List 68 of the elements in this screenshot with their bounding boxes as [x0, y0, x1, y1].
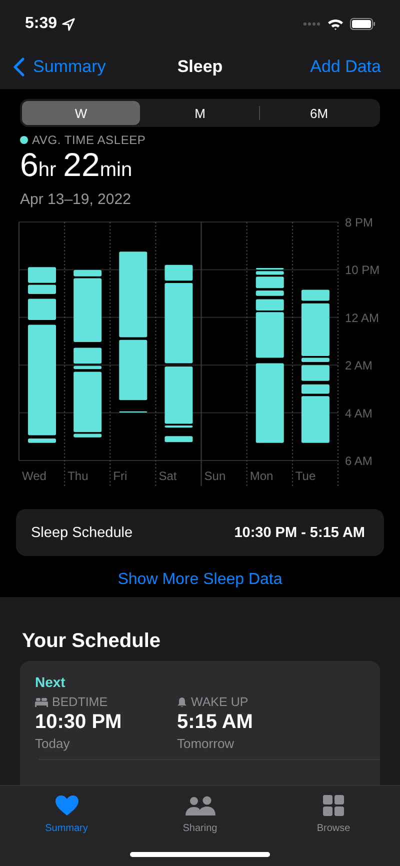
sleep-schedule-row[interactable]: Sleep Schedule 10:30 PM - 5:15 AM: [16, 509, 384, 556]
row-value: 10:30 PM - 5:15 AM: [234, 524, 365, 540]
sleep-bar: [28, 298, 56, 320]
chevron-left-icon: [13, 56, 25, 76]
sleep-bar: [301, 290, 330, 301]
sleep-bar: [74, 278, 102, 342]
axis-label: 10 PM: [345, 263, 380, 278]
axis-label: 2 AM: [345, 358, 372, 373]
period-tab[interactable]: M: [141, 101, 259, 125]
axis-label: Fri: [113, 469, 128, 483]
heart-icon: [54, 795, 78, 816]
legend-dot: [20, 136, 28, 144]
clock-time: 5:39: [25, 15, 58, 33]
sleep-bar: [256, 290, 284, 296]
section-title: Your Schedule: [22, 630, 162, 653]
sleep-bar: [256, 271, 284, 275]
metric-label: AVG. TIME ASLEEP: [32, 133, 146, 147]
signal-icon: [303, 21, 321, 27]
sleep-bar: [119, 340, 148, 400]
day-label: Tomorrow: [177, 736, 236, 751]
screen-title: Sleep: [176, 56, 224, 76]
back-button[interactable]: Summary: [13, 56, 106, 76]
wifi-icon: [327, 18, 344, 30]
location-arrow-icon: [62, 18, 76, 30]
axis-label: 6 AM: [345, 454, 372, 468]
axis-label: 4 AM: [345, 406, 372, 420]
axis-label: Sat: [158, 469, 177, 483]
sleep-bar: [28, 267, 56, 283]
sleep-bar: [301, 384, 330, 394]
axis-label: 8 PM: [345, 216, 374, 230]
average-sleep-value: 6hr 22min: [20, 148, 134, 185]
sleep-bar: [256, 299, 284, 310]
sleep-bar: [74, 366, 102, 370]
date-range: Apr 13–19, 2022: [20, 191, 132, 208]
add-data-button[interactable]: Add Data: [310, 56, 381, 76]
sleep-bar: [28, 284, 56, 294]
tab-bar-item[interactable]: Sharing: [134, 794, 266, 836]
time-value: 10:30 PM: [35, 711, 123, 734]
period-tab[interactable]: 6M: [260, 101, 378, 125]
sleep-bar: [256, 312, 284, 358]
sleep-bar: [301, 396, 330, 443]
sleep-bar: [256, 276, 284, 288]
sleep-bar: [301, 365, 330, 381]
axis-label: Tue: [295, 469, 316, 483]
axis-label: 12 AM: [345, 310, 380, 325]
show-more-link[interactable]: Show More Sleep Data: [118, 571, 282, 589]
bell-icon: [177, 696, 187, 708]
bed-icon: [35, 698, 48, 706]
time-label: WAKE UP: [191, 695, 248, 709]
row-label: Sleep Schedule: [31, 524, 133, 540]
sleep-bar: [164, 436, 193, 442]
day-label: Today: [35, 736, 71, 751]
axis-label: Wed: [22, 469, 46, 483]
card-label: Next: [35, 674, 66, 690]
tab-bar-item[interactable]: Summary: [0, 794, 133, 836]
people-icon: [184, 796, 216, 816]
time-label: BEDTIME: [52, 695, 108, 709]
tab-bar-item[interactable]: Browse: [267, 794, 400, 836]
axis-label: Thu: [68, 469, 88, 483]
grid-icon: [323, 795, 344, 816]
axis-label: Mon: [250, 469, 274, 483]
axis-label: Sun: [204, 469, 226, 483]
sleep-bar: [28, 438, 56, 443]
battery-icon: [350, 18, 376, 30]
time-value: 5:15 AM: [177, 711, 254, 734]
sleep-bar: [164, 264, 193, 281]
period-tab[interactable]: W: [22, 101, 140, 125]
sleep-bar: [74, 348, 102, 364]
